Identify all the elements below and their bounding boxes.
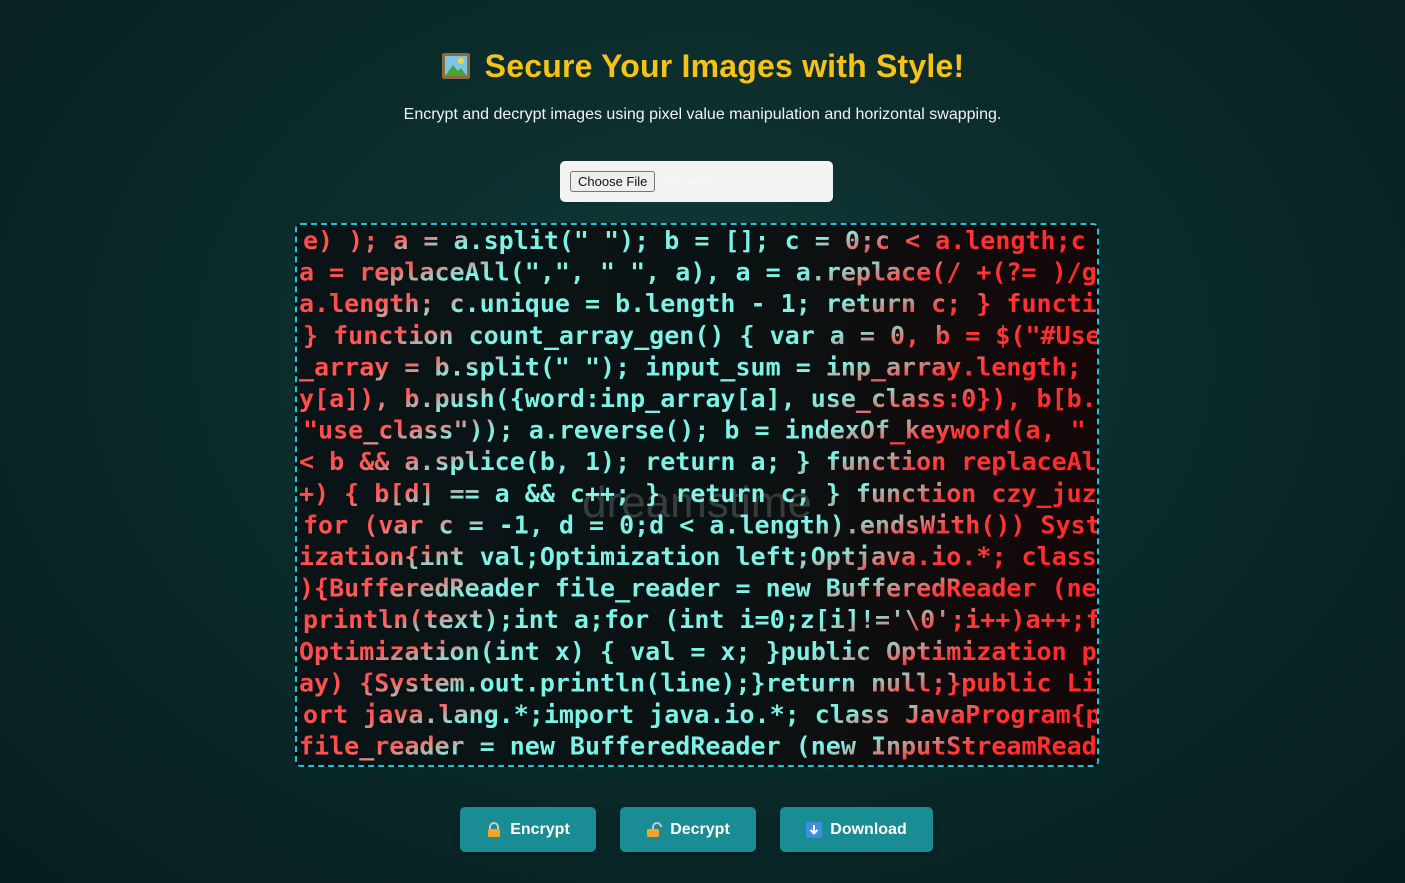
code-line: a.length; c.unique = b.length - 1; retur… bbox=[299, 289, 1097, 318]
encrypt-button[interactable]: Encrypt bbox=[460, 807, 596, 852]
code-line: Optimization(int x) { val = x; }public O… bbox=[299, 637, 1097, 666]
code-line: file_reader = new BufferedReader (new In… bbox=[299, 732, 1097, 761]
code-line: ){BufferedReader file_reader = new Buffe… bbox=[299, 574, 1097, 603]
code-line: println(text);int a;for (int i=0;z[i]!='… bbox=[303, 605, 1097, 634]
unlock-icon bbox=[647, 821, 663, 837]
decrypt-label: Decrypt bbox=[670, 820, 730, 838]
code-line: ization{int val;Optimization left;Optjav… bbox=[299, 542, 1097, 571]
image-preview: e) ); a = a.split(" "); b = []; c = 0;c … bbox=[295, 223, 1099, 767]
code-line: y[a]), b.push({word:inp_array[a], use_cl… bbox=[299, 384, 1097, 413]
page-title-text: Secure Your Images with Style! bbox=[484, 48, 965, 84]
decrypt-button[interactable]: Decrypt bbox=[620, 807, 756, 852]
code-line: _array = b.split(" "); input_sum = inp_a… bbox=[299, 352, 1097, 381]
code-line: a = replaceAll(",", " ", a), a = a.repla… bbox=[299, 258, 1097, 287]
code-line: } function count_array_gen() { var a = 0… bbox=[303, 321, 1097, 350]
encrypt-label: Encrypt bbox=[510, 820, 570, 838]
framed-picture-icon bbox=[441, 53, 470, 79]
code-line: "use_class")); a.reverse(); b = indexOf_… bbox=[303, 416, 1097, 445]
page-title: Secure Your Images with Style! bbox=[0, 48, 1405, 85]
code-image: e) ); a = a.split(" "); b = []; c = 0;c … bbox=[297, 225, 1097, 765]
choose-file-button[interactable]: Choose File bbox=[570, 171, 656, 192]
download-label: Download bbox=[830, 820, 907, 838]
code-line: a;for (int i=0;z[i]!='\0';i++)a++;for (i… bbox=[299, 763, 1097, 765]
code-line: < b && a.splice(b, 1); return a; } funct… bbox=[299, 447, 1097, 476]
watermark: dreamstime bbox=[582, 478, 812, 527]
code-line: ort java.lang.*;import java.io.*; class … bbox=[303, 700, 1097, 729]
lock-icon bbox=[488, 821, 501, 837]
page-subtitle: Encrypt and decrypt images using pixel v… bbox=[403, 106, 1002, 123]
file-input[interactable]: Choose File ex1.webp bbox=[560, 161, 833, 202]
selected-file-name: ex1.webp bbox=[660, 174, 717, 189]
code-line: e) ); a = a.split(" "); b = []; c = 0;c … bbox=[303, 226, 1086, 255]
code-line: ay) {System.out.println(line);}return nu… bbox=[299, 668, 1097, 697]
download-button[interactable]: Download bbox=[780, 807, 933, 852]
download-arrow-icon bbox=[806, 821, 823, 838]
